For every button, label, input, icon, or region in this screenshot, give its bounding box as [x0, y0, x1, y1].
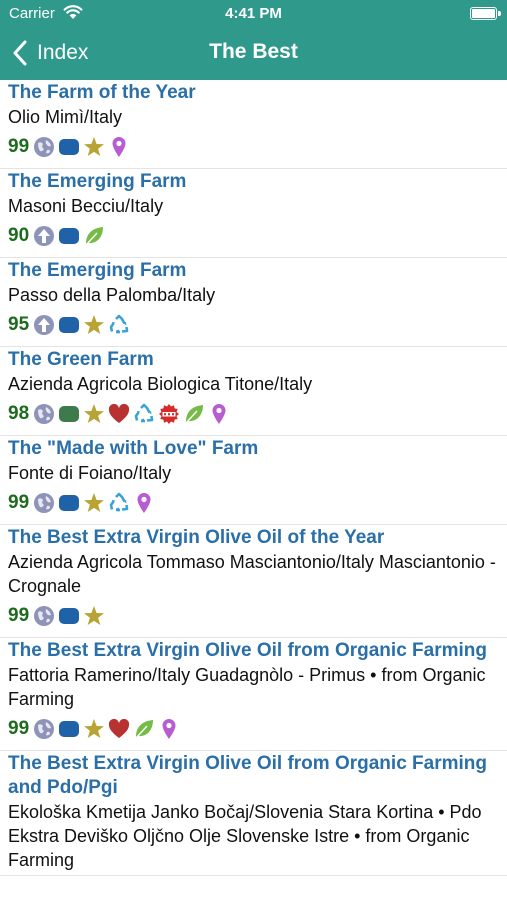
heart-icon	[108, 718, 130, 740]
award-title: The Best Extra Virgin Olive Oil of the Y…	[8, 527, 385, 548]
producer-name: Fonte di Foiano/Italy	[8, 463, 172, 483]
awards-list: The Farm of the Year Olio Mimì/Italy 99 The…	[0, 80, 507, 876]
list-item[interactable]: The Best Extra Virgin Olive Oil from Org…	[0, 638, 507, 751]
recycle-icon	[108, 314, 130, 336]
attribute-icons: 99	[8, 485, 499, 521]
location-pin-icon	[108, 136, 130, 158]
producer-name: Masoni Becciu/Italy	[8, 196, 164, 216]
star-icon	[83, 136, 105, 158]
up-arrow-icon	[33, 225, 55, 247]
globe-icon	[33, 718, 55, 740]
score-badge: 99	[8, 605, 30, 626]
score-badge: 99	[8, 492, 30, 513]
producer-name: Azienda Agricola Tommaso Masciantonio/It…	[8, 552, 496, 596]
globe-icon	[33, 403, 55, 425]
leaf-icon	[183, 403, 205, 425]
leaf-icon	[133, 718, 155, 740]
clock: 4:41 PM	[225, 5, 282, 22]
award-title: The Emerging Farm	[8, 171, 187, 192]
star-icon	[83, 605, 105, 627]
attribute-icons: 99	[8, 598, 499, 634]
page-title: The Best	[209, 40, 298, 63]
list-item[interactable]: The Farm of the Year Olio Mimì/Italy 99	[0, 80, 507, 169]
producer-name: Azienda Agricola Biologica Titone/Italy	[8, 374, 313, 394]
location-pin-icon	[133, 492, 155, 514]
award-title: The Farm of the Year	[8, 82, 196, 103]
attribute-icons: 95	[8, 307, 499, 343]
recycle-icon	[133, 403, 155, 425]
producer-name: Olio Mimì/Italy	[8, 107, 123, 127]
battery-icon	[470, 7, 497, 20]
producer-name: Ekološka Kmetija Janko Bočaj/Slovenia St…	[8, 802, 482, 870]
globe-icon	[33, 136, 55, 158]
list-item[interactable]: The Green Farm Azienda Agricola Biologica…	[0, 347, 507, 436]
globe-icon	[33, 605, 55, 627]
score-badge: 99	[8, 136, 30, 157]
heart-icon	[108, 403, 130, 425]
star-icon	[83, 403, 105, 425]
star-icon	[83, 492, 105, 514]
award-title: The "Made with Love" Farm	[8, 438, 259, 459]
list-item[interactable]: The Emerging Farm Masoni Becciu/Italy 90	[0, 169, 507, 258]
producer-name: Fattoria Ramerino/Italy Guadagnòlo - Pri…	[8, 665, 486, 709]
container-icon	[58, 492, 80, 514]
location-pin-icon	[158, 718, 180, 740]
container-icon	[58, 605, 80, 627]
star-icon	[83, 314, 105, 336]
award-title: The Best Extra Virgin Olive Oil from Org…	[8, 753, 487, 798]
list-item[interactable]: The Best Extra Virgin Olive Oil from Org…	[0, 751, 507, 876]
star-icon	[83, 718, 105, 740]
recycle-icon	[108, 492, 130, 514]
award-title: The Emerging Farm	[8, 260, 187, 281]
location-pin-icon	[208, 403, 230, 425]
navigation-bar: Carrier 4:41 PM Index The Best	[0, 0, 507, 80]
score-badge: 98	[8, 403, 30, 424]
container-icon	[58, 136, 80, 158]
attribute-icons: 98	[8, 396, 499, 432]
producer-name: Passo della Palomba/Italy	[8, 285, 216, 305]
award-title: The Green Farm	[8, 349, 154, 370]
container-icon	[58, 718, 80, 740]
score-badge: 95	[8, 314, 30, 335]
score-badge: 90	[8, 225, 30, 246]
green-container-icon	[58, 403, 80, 425]
attribute-icons: 99	[8, 129, 499, 165]
up-arrow-icon	[33, 314, 55, 336]
list-item[interactable]: The "Made with Love" Farm Fonte di Foiano…	[0, 436, 507, 525]
container-icon	[58, 225, 80, 247]
leaf-icon	[83, 225, 105, 247]
list-item[interactable]: The Best Extra Virgin Olive Oil of the Y…	[0, 525, 507, 638]
attribute-icons: 90	[8, 218, 499, 254]
battery-tip	[498, 11, 501, 16]
score-badge: 99	[8, 718, 30, 739]
container-icon	[58, 314, 80, 336]
status-bar: Carrier 4:41 PM	[0, 0, 507, 30]
attribute-icons: 99	[8, 711, 499, 747]
globe-icon	[33, 492, 55, 514]
dop-badge-icon	[158, 403, 180, 425]
list-item[interactable]: The Emerging Farm Passo della Palomba/Ita…	[0, 258, 507, 347]
award-title: The Best Extra Virgin Olive Oil from Org…	[8, 640, 487, 661]
